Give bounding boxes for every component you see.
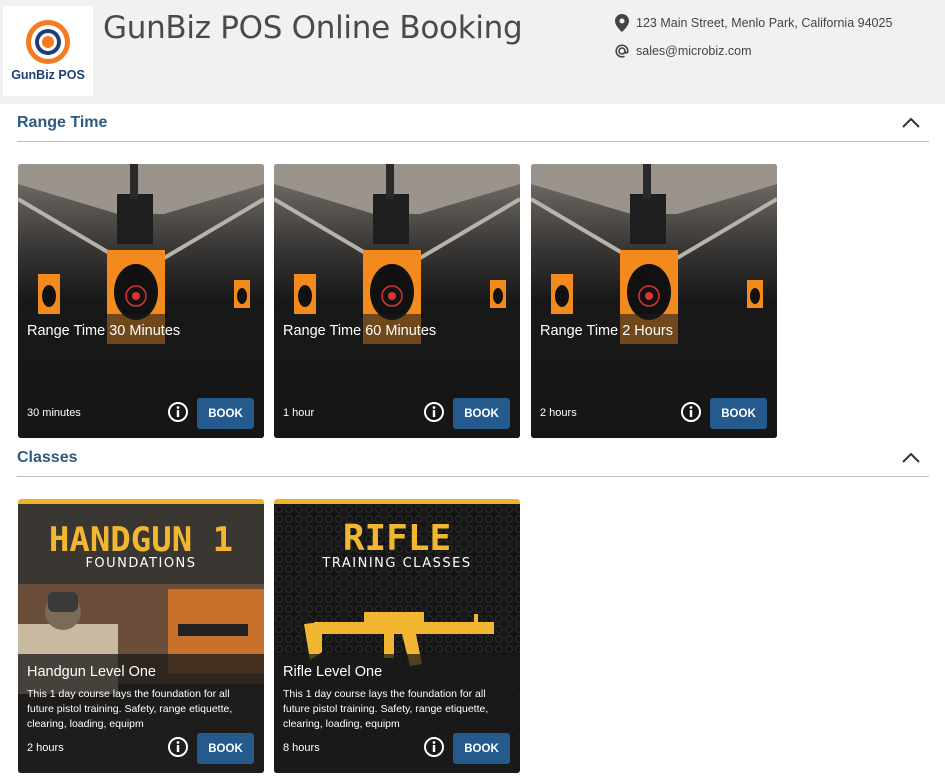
card-title: Range Time 60 Minutes	[283, 323, 437, 339]
card-title: Rifle Level One	[283, 664, 383, 680]
chevron-up-icon[interactable]	[901, 451, 921, 465]
section-title: Classes	[17, 449, 78, 466]
card-description: This 1 day course lays the foundation fo…	[283, 688, 489, 730]
class-banner-subtitle: FOUNDATIONS	[85, 556, 197, 571]
logo-text: GunBiz POS	[11, 68, 85, 82]
class-banner-subtitle: TRAINING CLASSES	[322, 556, 472, 571]
address-text: 123 Main Street, Menlo Park, California …	[636, 16, 893, 30]
map-pin-icon	[613, 14, 631, 32]
at-sign-icon	[613, 42, 631, 60]
range-card[interactable]: Range Time 30 Minutes 30 minutes BOOK	[18, 164, 264, 438]
range-card[interactable]: Range Time 60 Minutes 1 hour BOOK	[274, 164, 520, 438]
target-logo-icon	[26, 20, 70, 64]
shooting-range-image	[531, 164, 777, 438]
card-title: Handgun Level One	[27, 664, 156, 680]
class-card[interactable]: HANDGUN 1 FOUNDATIONS Handgun Level One …	[18, 499, 264, 773]
info-icon[interactable]	[167, 401, 189, 423]
email-text[interactable]: sales@microbiz.com	[636, 44, 752, 58]
book-button[interactable]: BOOK	[453, 398, 510, 429]
class-banner-title: RIFLE	[342, 518, 452, 559]
shooting-range-image	[18, 164, 264, 438]
card-duration: 1 hour	[283, 407, 315, 419]
page-header: GunBiz POS GunBiz POS Online Booking 123…	[0, 0, 945, 104]
card-duration: 2 hours	[540, 407, 577, 419]
shooting-range-image	[274, 164, 520, 438]
contact-email[interactable]: sales@microbiz.com	[613, 42, 752, 60]
section-title: Range Time	[17, 114, 108, 131]
card-duration: 30 minutes	[27, 407, 81, 419]
book-button[interactable]: BOOK	[453, 733, 510, 764]
range-card[interactable]: Range Time 2 Hours 2 hours BOOK	[531, 164, 777, 438]
book-button[interactable]: BOOK	[710, 398, 767, 429]
class-banner-title: HANDGUN 1	[48, 520, 234, 560]
card-duration: 2 hours	[27, 742, 64, 754]
card-title: Range Time 30 Minutes	[27, 323, 181, 339]
book-button[interactable]: BOOK	[197, 733, 254, 764]
card-title: Range Time 2 Hours	[540, 323, 673, 339]
info-icon[interactable]	[423, 736, 445, 758]
chevron-up-icon[interactable]	[901, 116, 921, 130]
section-classes-header[interactable]: Classes	[17, 441, 929, 477]
page-title: GunBiz POS Online Booking	[103, 10, 523, 46]
card-duration: 8 hours	[283, 742, 320, 754]
section-range-time-header[interactable]: Range Time	[17, 106, 929, 142]
card-description: This 1 day course lays the foundation fo…	[27, 688, 233, 730]
class-card[interactable]: RIFLE TRAINING CLASSES Rifle Level One T…	[274, 499, 520, 773]
info-icon[interactable]	[680, 401, 702, 423]
book-button[interactable]: BOOK	[197, 398, 254, 429]
contact-address: 123 Main Street, Menlo Park, California …	[613, 14, 892, 32]
info-icon[interactable]	[423, 401, 445, 423]
logo[interactable]: GunBiz POS	[3, 6, 93, 96]
info-icon[interactable]	[167, 736, 189, 758]
